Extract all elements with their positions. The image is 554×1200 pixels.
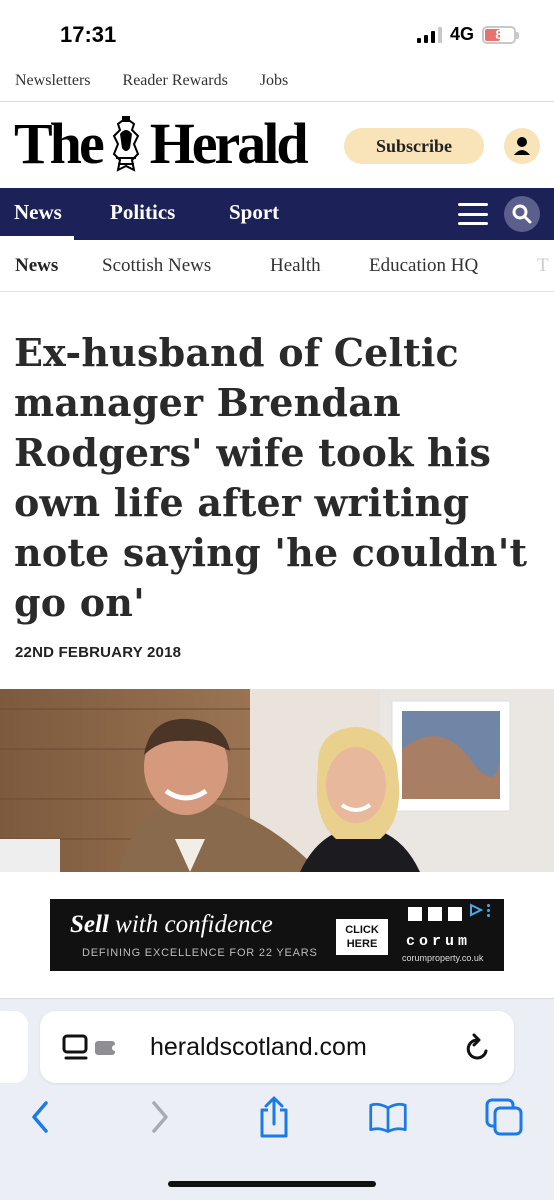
home-indicator bbox=[168, 1181, 376, 1187]
cellular-signal-icon bbox=[416, 26, 442, 43]
nav-sport[interactable]: Sport bbox=[229, 200, 279, 225]
account-button[interactable] bbox=[504, 128, 540, 164]
battery-level: 8 bbox=[495, 27, 503, 42]
search-icon bbox=[512, 204, 532, 224]
subnav-news[interactable]: News bbox=[15, 255, 58, 277]
bookmarks-button[interactable] bbox=[368, 1095, 408, 1139]
jobs-link[interactable]: Jobs bbox=[260, 72, 288, 90]
masthead: The Herald Subscribe bbox=[0, 102, 554, 188]
ad-click-here-button[interactable]: CLICK HERE bbox=[336, 919, 388, 955]
browser-toolbar bbox=[0, 1095, 554, 1145]
status-indicators: 4G 8 bbox=[416, 24, 519, 45]
network-type: 4G bbox=[449, 24, 474, 44]
ad-brand-url: corumproperty.co.uk bbox=[402, 953, 484, 963]
herald-crest-icon bbox=[112, 116, 139, 172]
utility-links: Newsletters Reader Rewards Jobs bbox=[0, 60, 554, 102]
nav-news[interactable]: News bbox=[14, 200, 62, 225]
subnav-health[interactable]: Health bbox=[270, 255, 321, 277]
ad-brand-mark-icon bbox=[408, 907, 462, 921]
article-headline: Ex-husband of Celtic manager Brendan Rod… bbox=[14, 330, 528, 625]
adchoices-triangle-icon bbox=[470, 903, 483, 917]
forward-chevron-icon bbox=[152, 1101, 168, 1133]
subnav-overflow-item[interactable]: T bbox=[537, 255, 549, 277]
ad-headline-rest: with confidence bbox=[108, 911, 273, 938]
subscribe-button[interactable]: Subscribe bbox=[344, 128, 484, 164]
back-button[interactable] bbox=[20, 1095, 60, 1139]
share-icon bbox=[260, 1096, 288, 1138]
herald-logo[interactable]: The Herald bbox=[14, 111, 309, 176]
tabs-button[interactable] bbox=[484, 1095, 524, 1139]
ad-menu-dots-icon[interactable] bbox=[487, 903, 490, 917]
newsletters-link[interactable]: Newsletters bbox=[15, 72, 91, 90]
user-icon bbox=[514, 137, 530, 155]
bookmarks-book-icon bbox=[369, 1102, 407, 1133]
primary-nav: News Politics Sport bbox=[0, 188, 554, 240]
back-chevron-icon bbox=[32, 1101, 48, 1133]
ad-headline: Sell with confidence bbox=[70, 911, 273, 939]
subnav-education-hq[interactable]: Education HQ bbox=[369, 255, 478, 277]
tabs-icon bbox=[485, 1098, 523, 1136]
ad-brand: corum bbox=[406, 933, 472, 950]
logo-word-herald: Herald bbox=[149, 111, 309, 176]
hamburger-menu-icon[interactable] bbox=[456, 200, 490, 228]
search-button[interactable] bbox=[504, 196, 540, 232]
nav-politics[interactable]: Politics bbox=[110, 200, 175, 225]
article-photo[interactable] bbox=[0, 689, 554, 872]
ad-headline-emphasis: Sell bbox=[70, 911, 109, 938]
forward-button[interactable] bbox=[140, 1095, 180, 1139]
subnav-scottish-news[interactable]: Scottish News bbox=[102, 255, 211, 277]
previous-tab-preview[interactable] bbox=[0, 1011, 28, 1083]
reader-rewards-link[interactable]: Reader Rewards bbox=[123, 72, 228, 90]
status-bar: 17:31 4G 8 bbox=[0, 0, 554, 60]
adchoices-icon[interactable] bbox=[469, 903, 490, 917]
share-button[interactable] bbox=[254, 1095, 294, 1139]
ad-cta-line2: HERE bbox=[346, 938, 378, 950]
advertisement-banner[interactable]: Sell with confidence DEFINING EXCELLENCE… bbox=[50, 899, 504, 971]
secondary-nav: News Scottish News Health Education HQ T bbox=[0, 240, 554, 292]
browser-bottom-bar: heraldscotland.com bbox=[0, 998, 554, 1200]
logo-word-the: The bbox=[14, 111, 105, 176]
reload-icon[interactable] bbox=[464, 1033, 492, 1063]
address-bar[interactable]: heraldscotland.com bbox=[40, 1011, 514, 1083]
ad-cta-line1: CLICK bbox=[345, 924, 379, 936]
article-date: 22ND FEBRUARY 2018 bbox=[15, 644, 182, 661]
status-time: 17:31 bbox=[60, 22, 117, 47]
article-photo-image bbox=[0, 689, 554, 872]
page-menu-icon[interactable] bbox=[62, 1033, 132, 1063]
url-text[interactable]: heraldscotland.com bbox=[150, 1033, 367, 1062]
battery-icon: 8 bbox=[482, 25, 519, 44]
ad-tagline: DEFINING EXCELLENCE FOR 22 YEARS bbox=[82, 947, 318, 959]
